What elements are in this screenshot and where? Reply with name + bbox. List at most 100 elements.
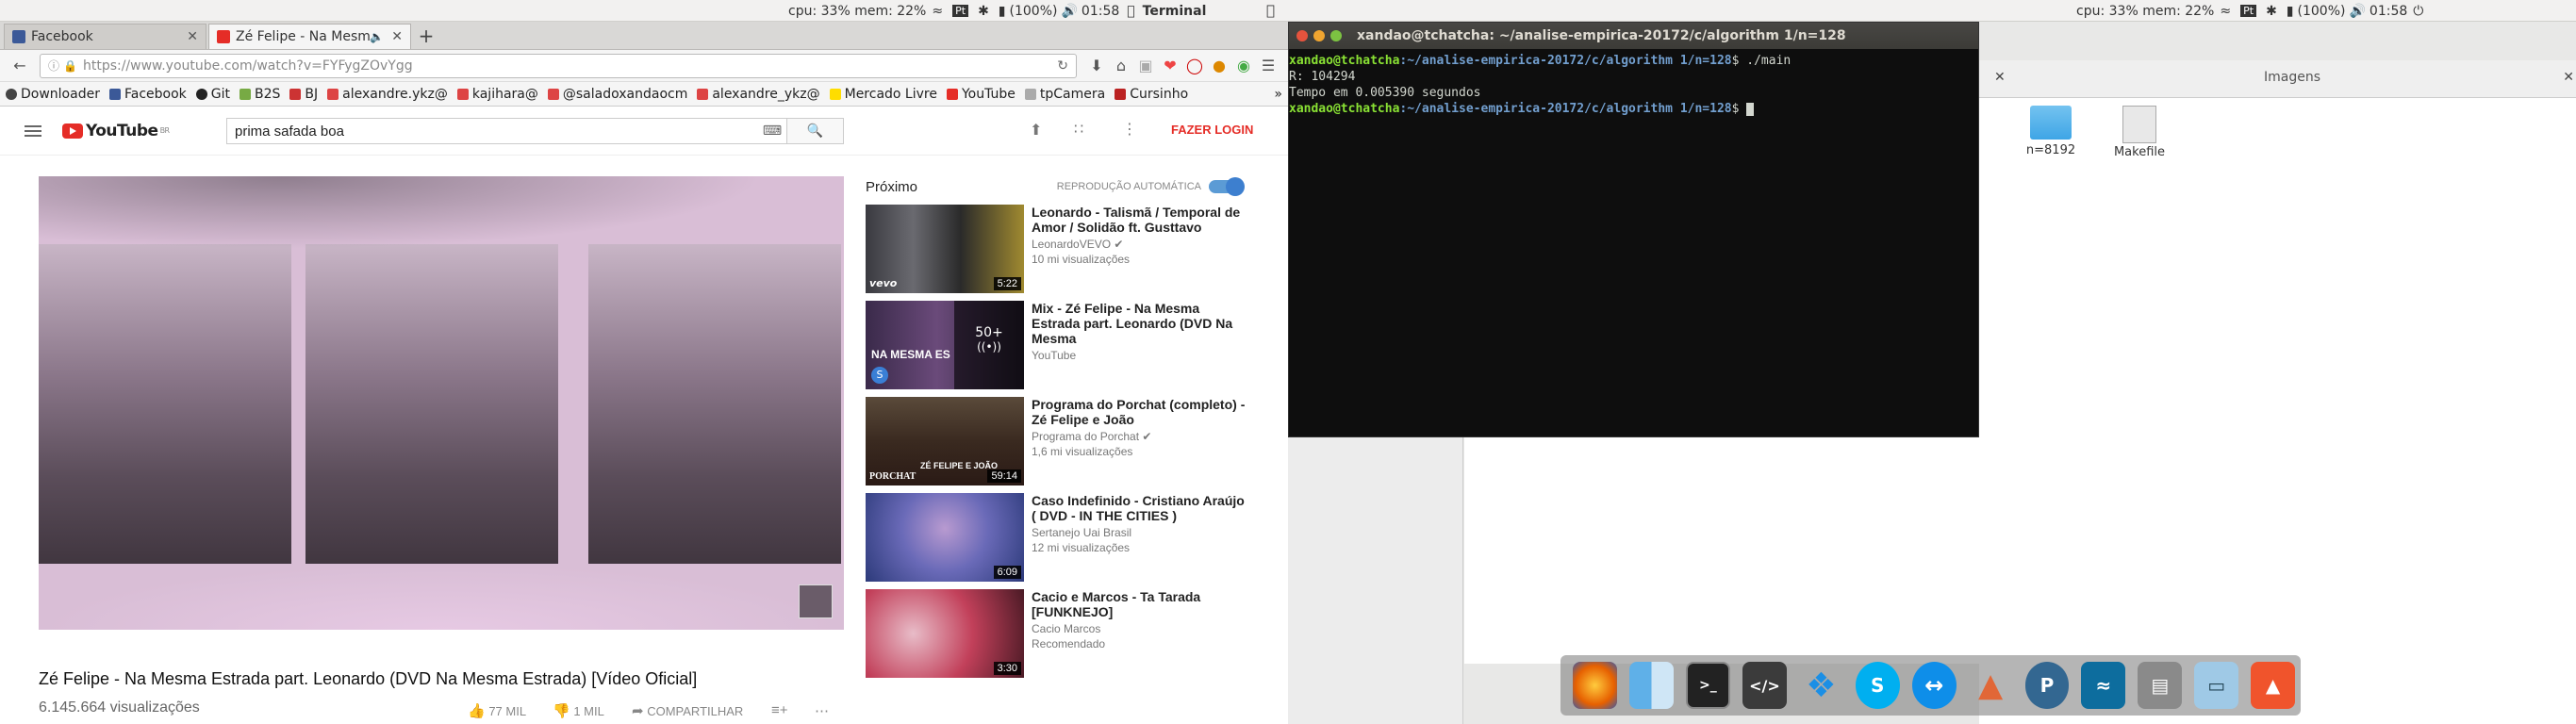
related-title[interactable]: Mix - Zé Felipe - Na Mesma Estrada part.… <box>1032 301 1248 346</box>
related-title[interactable]: Programa do Porchat (completo) - Zé Feli… <box>1032 397 1248 427</box>
related-thumbnail[interactable]: NA MESMA ES 50+ ((•)) S <box>866 301 1024 389</box>
keyboard-layout-badge[interactable]: Pt <box>952 5 969 17</box>
terminal-window[interactable]: xandao@tchatcha: ~/analise-empirica-2017… <box>1288 22 1979 437</box>
search-button[interactable]: 🔍 <box>786 119 843 143</box>
back-icon[interactable]: ← <box>8 57 32 74</box>
power-icon[interactable]: ⏻ <box>2413 4 2423 19</box>
more-vert-icon[interactable]: ⋮ <box>1122 120 1137 138</box>
file-item[interactable]: Makefile <box>2102 106 2177 159</box>
maximize-window-icon[interactable] <box>1330 30 1342 41</box>
extension-icon[interactable]: ▣ <box>1133 57 1158 74</box>
teamviewer-icon[interactable]: ↔ <box>1911 662 1957 709</box>
related-video[interactable]: vevo 5:22 Leonardo - Talismã / Temporal … <box>866 205 1243 301</box>
bookmark-downloader[interactable]: Downloader <box>6 87 100 102</box>
youtube-logo[interactable]: YouTube BR <box>62 122 170 140</box>
related-thumbnail[interactable]: 3:30 <box>866 589 1024 678</box>
bookmark-git[interactable]: Git <box>195 87 230 102</box>
volume-icon[interactable]: 🔊 <box>1061 4 1077 19</box>
file-item[interactable]: n=8192 <box>2015 106 2087 157</box>
bookmarks-overflow-icon[interactable]: » <box>1274 87 1282 102</box>
firefox-icon[interactable] <box>1573 662 1617 709</box>
login-button[interactable]: FAZER LOGIN <box>1171 123 1253 137</box>
skype-icon[interactable]: S <box>1855 662 1900 709</box>
apple-icon[interactable]:  <box>1127 4 1134 19</box>
pocket-icon[interactable]: ❤ <box>1158 57 1182 74</box>
gitkraken-icon[interactable]: ▲ <box>2251 662 2296 709</box>
terminal-icon[interactable]: >_ <box>1685 662 1730 709</box>
battery-icon[interactable]: ▮ <box>999 4 1006 19</box>
volume-icon[interactable]: 🔊 <box>2349 4 2365 19</box>
dislike-button[interactable]: 👎 1 MIL <box>553 702 604 719</box>
related-video[interactable]: NA MESMA ES 50+ ((•)) S Mix - Zé Felipe … <box>866 301 1243 397</box>
wifi-icon[interactable]: ≈ <box>2220 4 2231 19</box>
autoplay-toggle[interactable] <box>1209 177 1245 196</box>
bookmark-youtube[interactable]: YouTube <box>946 87 1016 102</box>
adblock-icon[interactable]: ◯ <box>1182 57 1207 74</box>
minimize-window-icon[interactable] <box>1313 30 1325 41</box>
tab-facebook[interactable]: Facebook ✕ <box>4 24 206 49</box>
close-tab-icon[interactable]: ✕ <box>1994 70 2006 85</box>
url-bar[interactable]: ⓘ 🔒 https://www.youtube.com/watch?v=FYFy… <box>40 53 1077 78</box>
disk-utility-icon[interactable]: ▤ <box>2138 662 2183 709</box>
info-icon[interactable]: ⓘ <box>48 58 59 74</box>
related-title[interactable]: Cacio e Marcos - Ta Tarada [FUNKNEJO] <box>1032 589 1248 619</box>
speaker-icon[interactable]: 🔈 <box>370 30 384 43</box>
battery-icon[interactable]: ▮ <box>2287 4 2294 19</box>
bookmark-gmail-2[interactable]: kajihara@ <box>456 87 538 102</box>
download-icon[interactable]: ⬇ <box>1084 57 1109 74</box>
related-title[interactable]: Leonardo - Talismã / Temporal de Amor / … <box>1032 205 1248 235</box>
sublime-text-icon[interactable]: </> <box>1742 662 1787 709</box>
menu-icon[interactable]: ☰ <box>1256 57 1280 74</box>
bookmark-b2s[interactable]: B2S <box>239 87 280 102</box>
files-tab-title[interactable]: Imagens <box>2264 70 2320 85</box>
apps-grid-icon[interactable]: ∷ <box>1074 120 1083 138</box>
active-app-name[interactable]: Terminal <box>1143 4 1207 19</box>
bookmark-gmail-3[interactable]: @saladoxandaocm <box>547 87 687 102</box>
related-channel[interactable]: Cacio Marcos <box>1032 622 1248 635</box>
related-channel[interactable]: YouTube <box>1032 349 1248 362</box>
close-window-icon[interactable] <box>1296 30 1308 41</box>
bookmark-gmail-1[interactable]: alexandre.ykz@ <box>327 87 448 102</box>
reload-icon[interactable]: ↻ <box>1057 58 1068 74</box>
share-button[interactable]: ➦ COMPARTILHAR <box>632 702 743 719</box>
related-title[interactable]: Caso Indefinido - Cristiano Araújo ( DVD… <box>1032 493 1248 523</box>
related-thumbnail[interactable]: 6:09 <box>866 493 1024 582</box>
related-thumbnail[interactable]: PORCHAT ZÉ FELIPE E JOÃO 59:14 <box>866 397 1024 485</box>
bookmark-mercado-livre[interactable]: Mercado Livre <box>829 87 937 102</box>
home-icon[interactable]: ⌂ <box>1109 57 1133 74</box>
wifi-icon[interactable]: ≈ <box>932 4 943 19</box>
hamburger-menu-icon[interactable] <box>25 123 41 140</box>
more-actions-icon[interactable]: ⋯ <box>815 702 829 719</box>
addon-icon[interactable]: ◉ <box>1231 57 1256 74</box>
keyboard-icon[interactable]: ⌨ <box>758 119 786 143</box>
terminal-output[interactable]: xandao@tchatcha:~/analise-empirica-20172… <box>1289 49 1978 117</box>
related-video[interactable]: 6:09 Caso Indefinido - Cristiano Araújo … <box>866 493 1245 589</box>
postgresql-icon[interactable]: P <box>2024 662 2070 709</box>
upload-icon[interactable]: ⬆ <box>1030 121 1042 139</box>
bluetooth-icon[interactable]: ✱ <box>2266 4 2277 19</box>
add-to-playlist-icon[interactable]: ≡+ <box>771 702 788 718</box>
bookmark-facebook[interactable]: Facebook <box>108 87 187 102</box>
cpu-mem-indicator[interactable]: cpu: 33% mem: 22% <box>2076 4 2214 19</box>
finder-icon[interactable] <box>1628 662 1674 709</box>
related-channel[interactable]: Sertanejo Uai Brasil <box>1032 526 1248 539</box>
terminal-titlebar[interactable]: xandao@tchatcha: ~/analise-empirica-2017… <box>1289 23 1978 49</box>
tab-youtube[interactable]: Zé Felipe - Na Mesm 🔈 ✕ <box>208 24 411 49</box>
related-thumbnail[interactable]: vevo 5:22 <box>866 205 1024 293</box>
keyboard-layout-badge[interactable]: Pt <box>2240 5 2257 17</box>
related-channel[interactable]: LeonardoVEVO ✔ <box>1032 238 1248 251</box>
matlab-icon[interactable]: ▲ <box>1969 662 2013 709</box>
virtualbox-icon[interactable]: ▭ <box>2194 662 2239 709</box>
new-tab-button[interactable]: + <box>413 24 439 49</box>
cookie-icon[interactable]: ● <box>1207 57 1231 74</box>
search-input[interactable] <box>227 119 758 143</box>
cpu-mem-indicator[interactable]: cpu: 33% mem: 22% <box>788 4 926 19</box>
related-video[interactable]: PORCHAT ZÉ FELIPE E JOÃO 59:14 Programa … <box>866 397 1245 493</box>
bookmark-gmail-4[interactable]: alexandre_ykz@ <box>697 87 820 102</box>
clock[interactable]: 01:58 <box>1082 4 1119 19</box>
related-video[interactable]: 3:30 Cacio e Marcos - Ta Tarada [FUNKNEJ… <box>866 589 1243 685</box>
related-channel[interactable]: Programa do Porchat ✔ <box>1032 430 1248 443</box>
bluetooth-icon[interactable]: ✱ <box>978 4 989 19</box>
video-player[interactable] <box>39 176 844 630</box>
bookmark-bj[interactable]: BJ <box>289 87 318 102</box>
